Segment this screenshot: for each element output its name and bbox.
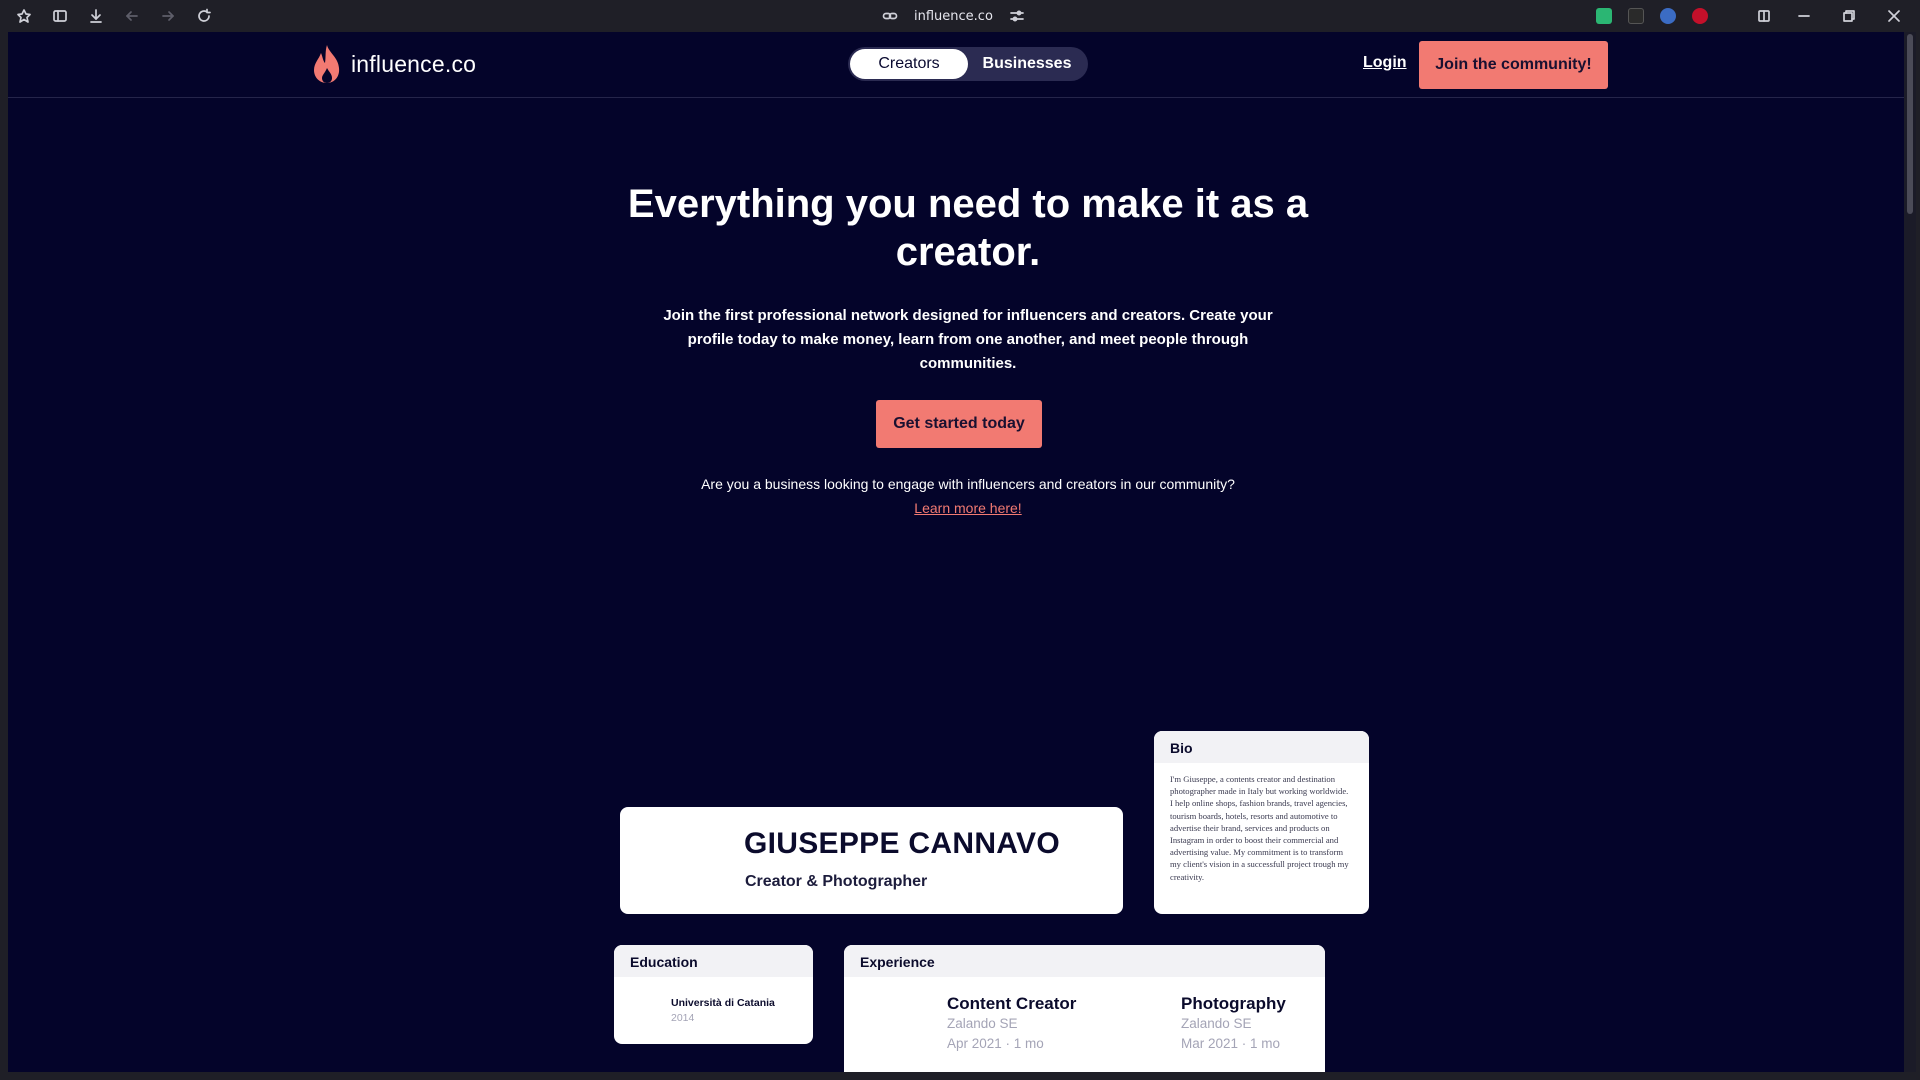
business-question: Are you a business looking to engage wit… xyxy=(701,476,1235,492)
logo[interactable]: influence.co xyxy=(311,44,476,84)
experience-item: Content Creator Zalando SE Apr 2021 · 1 … xyxy=(947,994,1076,1054)
experience-title: Photography xyxy=(1181,994,1286,1013)
browser-toolbar: influence.co xyxy=(0,0,1920,32)
url-text: influence.co xyxy=(914,8,993,24)
scrollbar-thumb[interactable] xyxy=(1907,34,1913,214)
learn-more-link[interactable]: Learn more here! xyxy=(608,500,1328,516)
menu-icon[interactable] xyxy=(14,6,34,26)
split-view-icon[interactable] xyxy=(1754,6,1774,26)
download-icon[interactable] xyxy=(86,6,106,26)
tab-businesses[interactable]: Businesses xyxy=(968,49,1086,79)
experience-period: Mar 2021 · 1 mo xyxy=(1181,1036,1281,1051)
bio-card: Bio I'm Giuseppe, a contents creator and… xyxy=(1154,731,1369,914)
sidebar-icon[interactable] xyxy=(50,6,70,26)
forward-icon[interactable] xyxy=(158,6,178,26)
ublock-icon[interactable] xyxy=(1692,8,1708,24)
audience-toggle: Creators Businesses xyxy=(848,47,1088,81)
bio-heading: Bio xyxy=(1154,731,1369,763)
tune-icon[interactable] xyxy=(1007,6,1027,26)
profile-name-card: GIUSEPPE CANNAVO Creator & Photographer xyxy=(620,807,1123,914)
extension-eyes-icon[interactable] xyxy=(1660,8,1676,24)
back-icon[interactable] xyxy=(122,6,142,26)
tab-creators[interactable]: Creators xyxy=(850,49,968,79)
link-icon xyxy=(880,6,900,26)
experience-period: Apr 2021 · 1 mo xyxy=(947,1036,1044,1051)
scrollbar[interactable] xyxy=(1904,32,1916,1072)
education-school: Università di Catania xyxy=(671,997,775,1009)
site-header: influence.co Creators Businesses Login J… xyxy=(8,32,1904,98)
extension-mail-icon[interactable] xyxy=(1596,8,1612,24)
experience-company: Zalando SE xyxy=(1181,1016,1252,1031)
education-heading: Education xyxy=(614,945,813,977)
bio-text: I'm Giuseppe, a contents creator and des… xyxy=(1170,774,1349,882)
reload-icon[interactable] xyxy=(194,6,214,26)
profile-name: GIUSEPPE CANNAVO xyxy=(744,827,1060,860)
logo-text: influence.co xyxy=(351,50,477,77)
minimize-icon[interactable] xyxy=(1794,6,1814,26)
profile-role: Creator & Photographer xyxy=(745,873,928,890)
experience-heading: Experience xyxy=(844,945,1325,977)
maximize-icon[interactable] xyxy=(1838,6,1858,26)
login-link[interactable]: Login xyxy=(1363,54,1407,72)
experience-company: Zalando SE xyxy=(947,1016,1018,1031)
get-started-button[interactable]: Get started today xyxy=(876,400,1042,448)
experience-card: Experience Content Creator Zalando SE Ap… xyxy=(844,945,1325,1072)
extension-dark-icon[interactable] xyxy=(1628,8,1644,24)
experience-item: Photography Zalando SE Mar 2021 · 1 mo xyxy=(1181,994,1286,1054)
address-bar[interactable]: influence.co xyxy=(880,6,1027,26)
education-card: Education Università di Catania 2014 xyxy=(614,945,813,1044)
hero-subtitle: Join the first professional network desi… xyxy=(663,307,1273,372)
page-viewport: influence.co Creators Businesses Login J… xyxy=(8,32,1904,1072)
hero-title: Everything you need to make it as a crea… xyxy=(627,182,1309,274)
education-year: 2014 xyxy=(671,1012,695,1024)
experience-title: Content Creator xyxy=(947,994,1077,1013)
close-icon[interactable] xyxy=(1884,6,1904,26)
flame-icon xyxy=(314,45,340,83)
join-community-button[interactable]: Join the community! xyxy=(1419,41,1608,89)
